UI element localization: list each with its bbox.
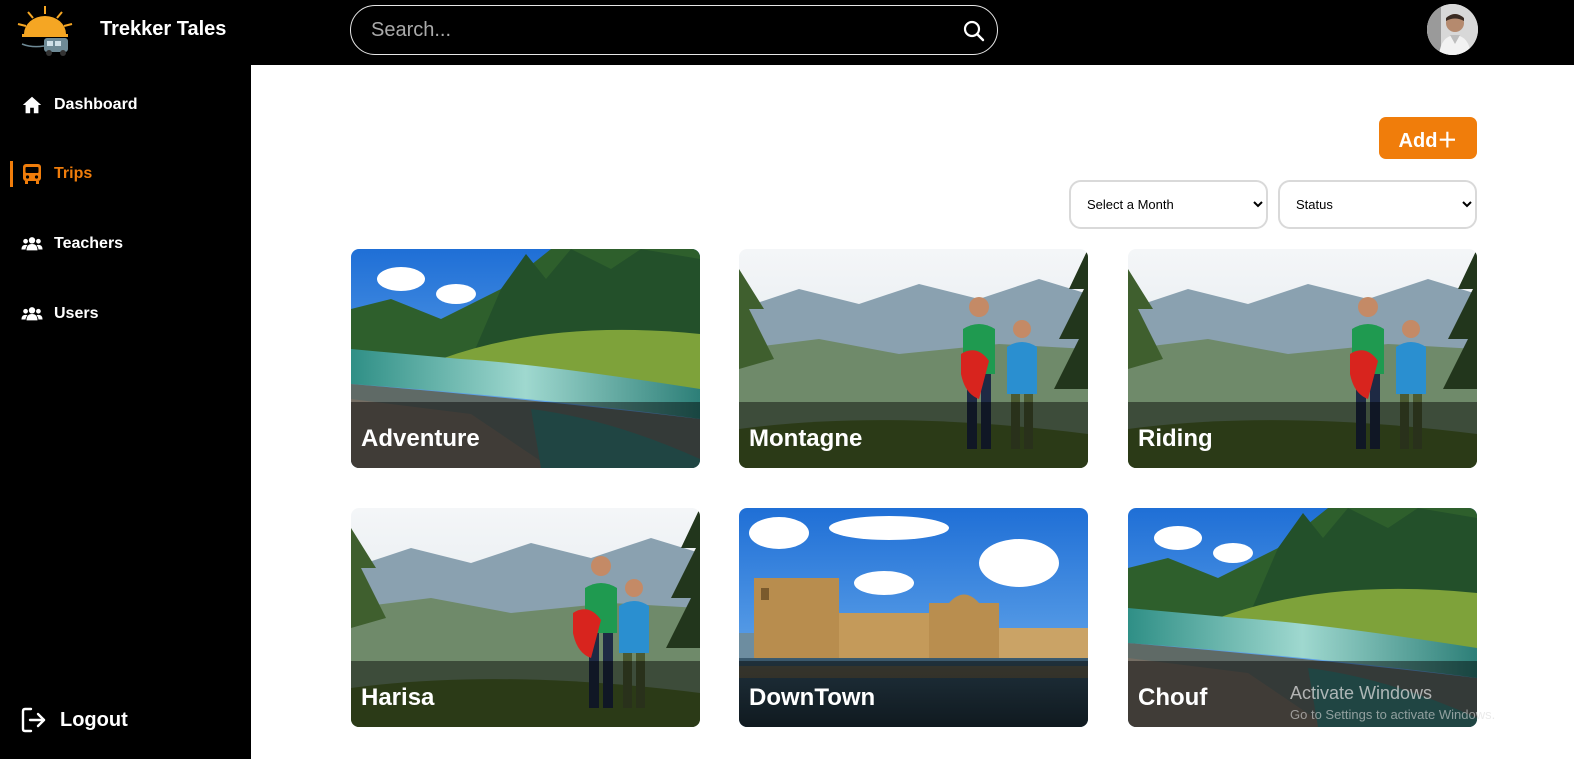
logout-button[interactable]: Logout xyxy=(20,706,128,734)
users-group-icon xyxy=(20,232,44,256)
month-select[interactable]: Select a Month xyxy=(1071,182,1266,227)
activate-windows-title: Activate Windows xyxy=(1290,683,1433,703)
user-avatar[interactable] xyxy=(1427,4,1478,55)
sidebar-item-label: Dashboard xyxy=(54,96,138,113)
sidebar-item-label: Teachers xyxy=(54,235,124,252)
bus-icon xyxy=(20,162,44,186)
sidebar-item-label: Users xyxy=(54,305,99,322)
app-title: Trekker Tales xyxy=(100,18,227,40)
search-input[interactable] xyxy=(371,18,941,42)
sidebar-item-trips[interactable]: Trips xyxy=(20,159,92,189)
active-indicator xyxy=(10,161,13,187)
trip-title: Harisa xyxy=(361,684,435,711)
logout-icon xyxy=(20,706,48,734)
trip-card[interactable]: DownTown xyxy=(739,508,1088,727)
status-select[interactable]: Status xyxy=(1280,182,1475,227)
trip-title: Adventure xyxy=(361,425,480,452)
logout-label: Logout xyxy=(60,708,128,731)
month-filter[interactable]: Select a Month xyxy=(1069,180,1268,229)
sidebar: Dashboard Trips Teachers Users Logout xyxy=(0,65,251,759)
sidebar-item-teachers[interactable]: Teachers xyxy=(20,229,123,259)
trip-title: Chouf xyxy=(1138,684,1208,711)
sidebar-item-dashboard[interactable]: Dashboard xyxy=(20,90,138,120)
trip-title: DownTown xyxy=(749,684,876,711)
users-group-icon xyxy=(20,302,44,326)
trip-card[interactable]: Montagne xyxy=(739,249,1088,468)
activate-windows-subtitle: Go to Settings to activate Windows. xyxy=(1290,707,1496,722)
search-bar[interactable] xyxy=(350,5,998,55)
add-trip-button[interactable]: Add＋ xyxy=(1379,117,1477,159)
trip-title: Montagne xyxy=(749,425,863,452)
trip-card[interactable]: Adventure xyxy=(351,249,700,468)
trip-card[interactable]: Riding xyxy=(1128,249,1477,468)
search-icon[interactable] xyxy=(963,20,985,42)
top-bar: Trekker Tales xyxy=(0,0,1574,65)
sidebar-item-label: Trips xyxy=(54,165,93,182)
trip-title: Riding xyxy=(1138,425,1213,452)
sidebar-item-users[interactable]: Users xyxy=(20,299,98,329)
sun-bus-logo xyxy=(17,6,73,56)
home-icon xyxy=(20,93,44,117)
status-filter[interactable]: Status xyxy=(1278,180,1477,229)
trip-card[interactable]: Harisa xyxy=(351,508,700,727)
